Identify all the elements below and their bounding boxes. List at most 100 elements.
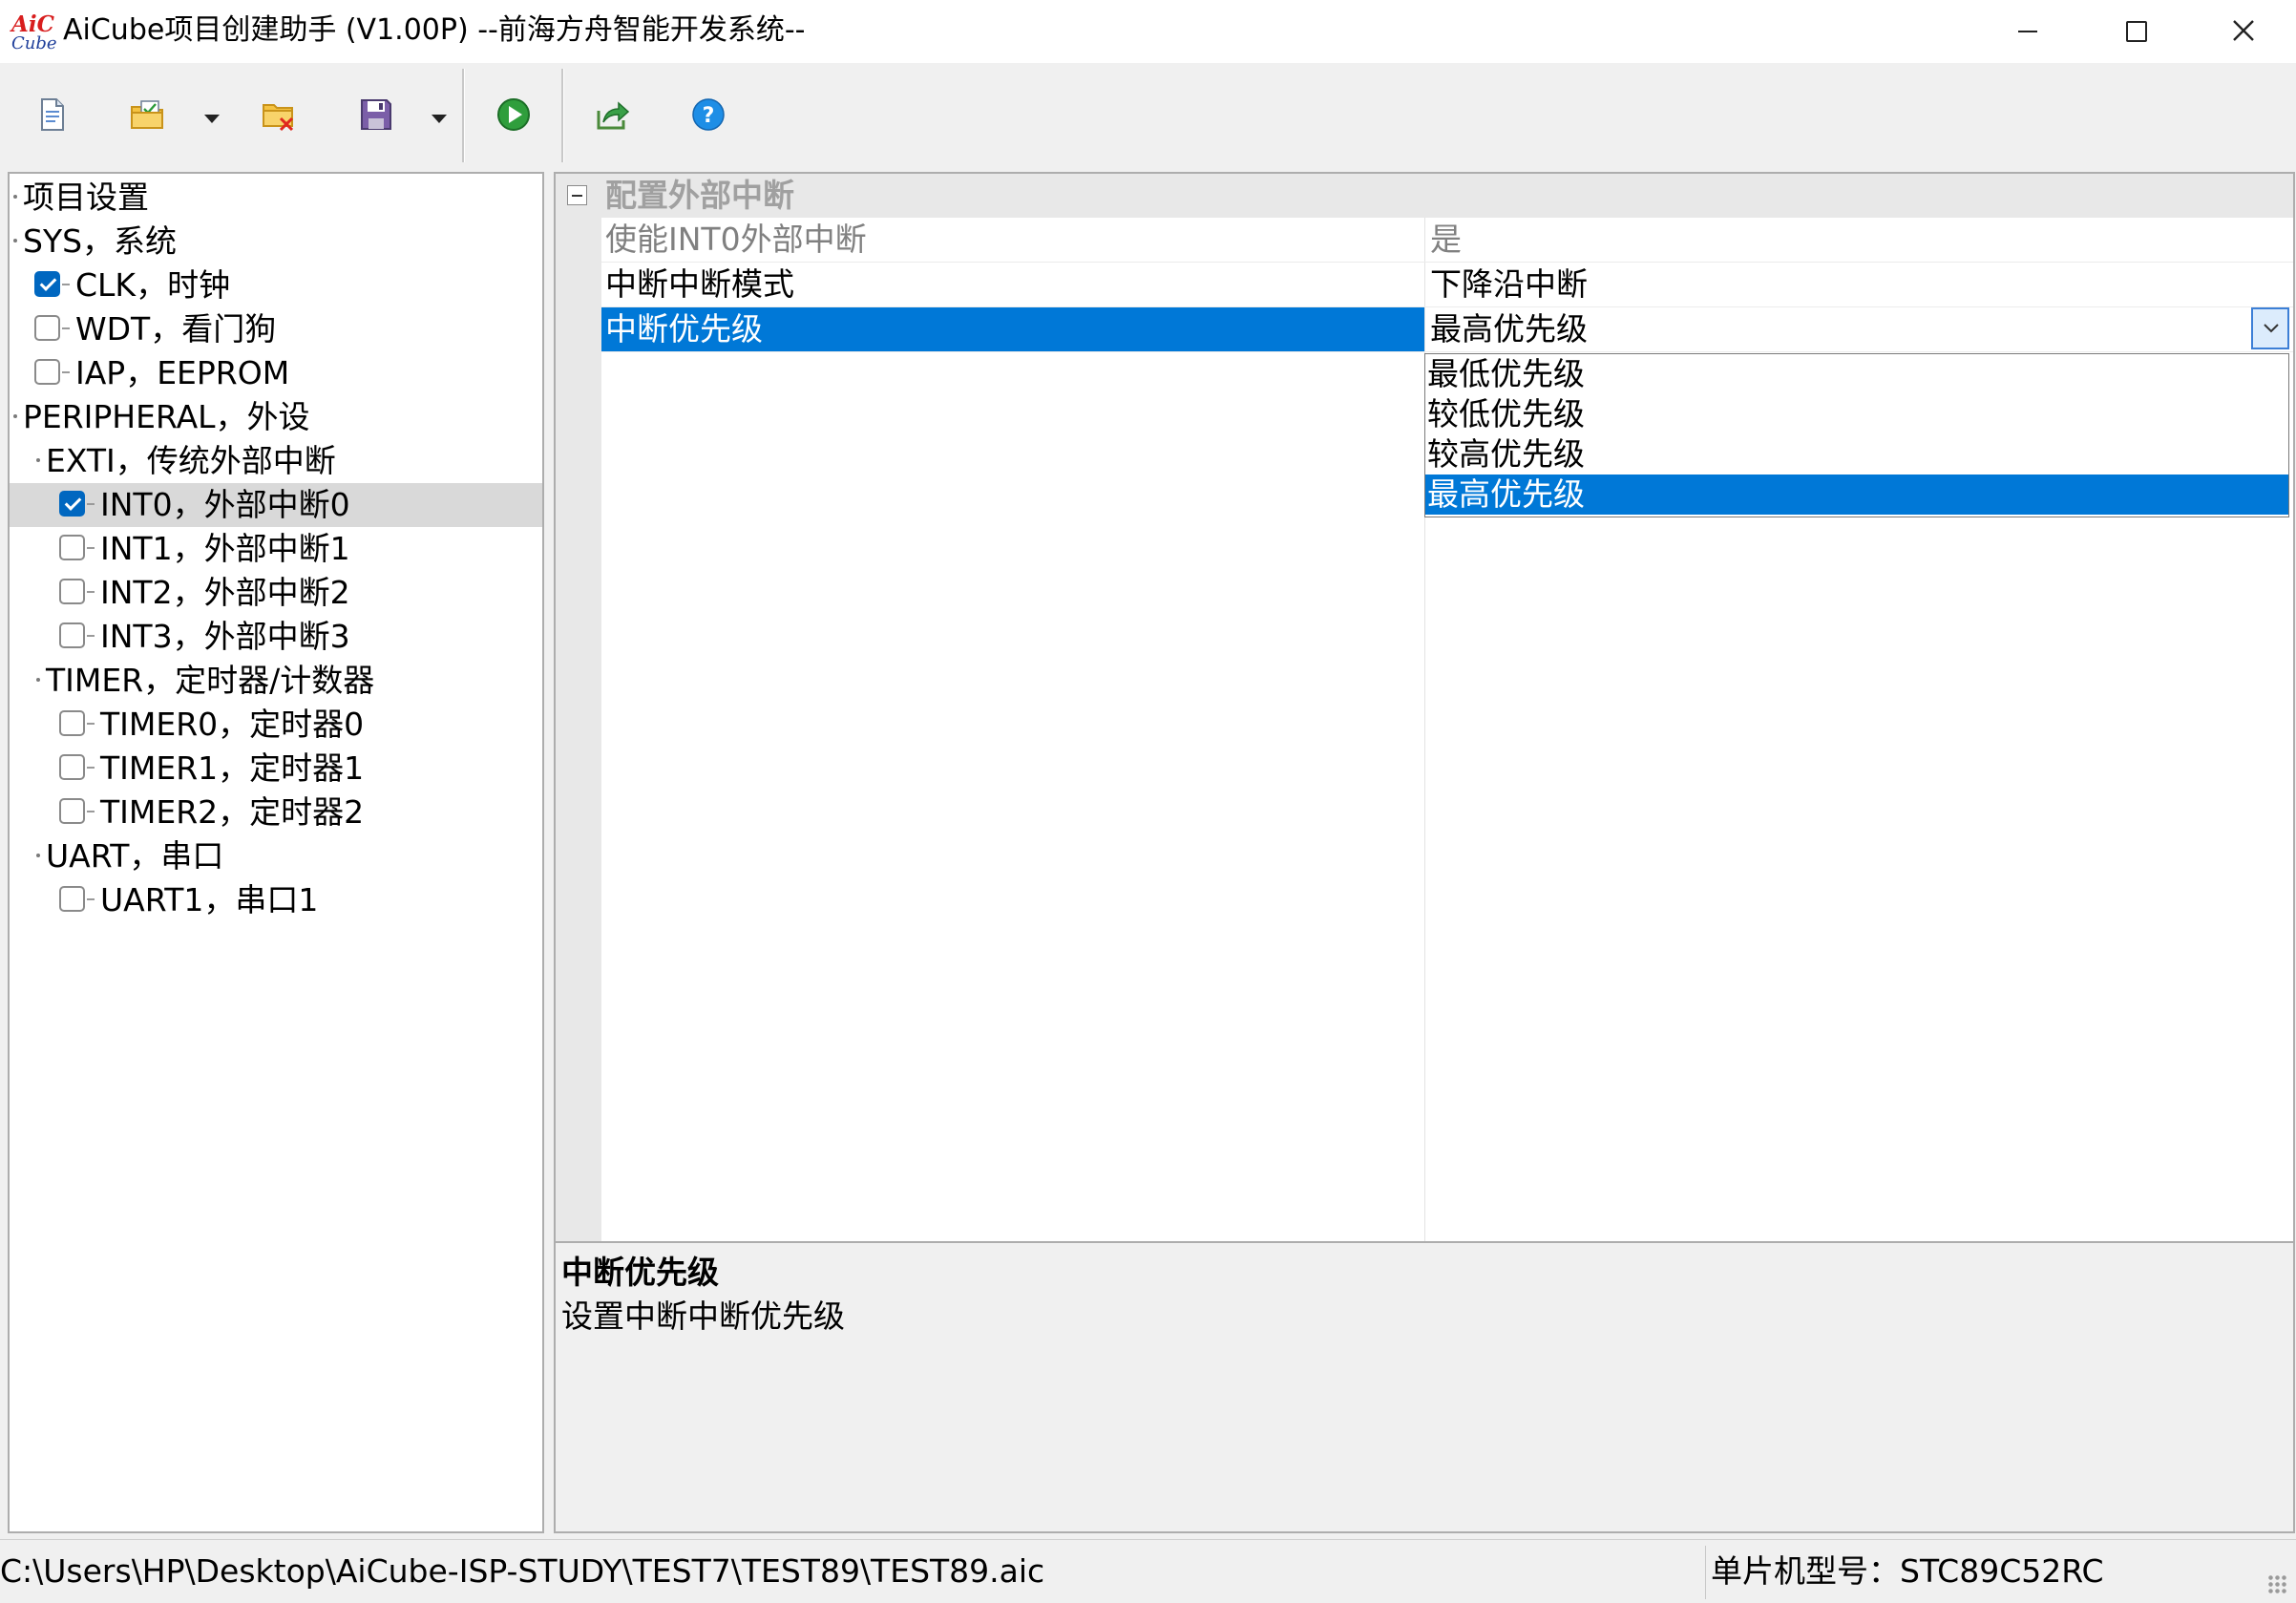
toolbar-separator	[462, 69, 465, 162]
tree-item[interactable]: WDT，看门狗	[10, 307, 542, 351]
minimize-button[interactable]	[1974, 0, 2079, 63]
help-button[interactable]: ?	[689, 95, 727, 134]
property-row-interrupt-mode[interactable]: 中断中断模式 下降沿中断	[601, 263, 2293, 307]
property-value: 是	[1430, 221, 1462, 258]
close-project-button[interactable]	[260, 95, 298, 134]
maximize-button[interactable]	[2083, 0, 2188, 63]
window-title: AiCube项目创建助手 (V1.00P) --前海方舟智能开发系统--	[63, 13, 806, 47]
open-project-icon	[131, 100, 163, 129]
tree-expander[interactable]	[36, 458, 40, 462]
checkbox-unchecked[interactable]	[34, 359, 60, 385]
tree-item-label: INT2，外部中断2	[100, 574, 350, 611]
tree-item-label: CLK，时钟	[75, 266, 231, 304]
tree-item-label: UART1，串口1	[100, 881, 319, 918]
tree-item-label: TIMER1，定时器1	[100, 749, 365, 787]
maximize-icon	[2126, 21, 2147, 42]
tree-item[interactable]: IAP，EEPROM	[10, 351, 542, 395]
checkbox-unchecked[interactable]	[59, 622, 85, 648]
run-button[interactable]	[495, 95, 533, 134]
tree-item-label: TIMER2，定时器2	[100, 793, 365, 831]
tree-item[interactable]: CLK，时钟	[10, 264, 542, 307]
tree-item-label: UART，串口	[46, 837, 224, 875]
tree-item[interactable]: 项目设置	[10, 176, 542, 220]
checkbox-unchecked[interactable]	[59, 535, 85, 560]
dropdown-arrow-icon	[204, 115, 220, 123]
tree-connector	[87, 503, 95, 505]
dropdown-arrow-icon	[432, 115, 447, 123]
property-row-enable-int0[interactable]: 使能INT0外部中断 是	[601, 218, 2293, 263]
priority-option[interactable]: 最低优先级	[1425, 354, 2288, 394]
help-icon: ?	[692, 98, 725, 131]
save-dropdown-button[interactable]	[428, 107, 451, 130]
tree-expander[interactable]	[36, 678, 40, 682]
tree-item-label: IAP，EEPROM	[75, 354, 290, 391]
checkbox-checked[interactable]	[34, 271, 60, 297]
checkbox-unchecked[interactable]	[59, 886, 85, 912]
resize-grip-icon[interactable]	[2267, 1574, 2288, 1595]
tree-item-label: TIMER0，定时器0	[100, 706, 365, 743]
run-icon	[497, 98, 530, 131]
tree-item-label: EXTI，传统外部中断	[46, 442, 336, 479]
property-grid: 配置外部中断 使能INT0外部中断 是 中断中断模式 下降沿中断 中断优先级 最…	[554, 172, 2295, 1247]
priority-option[interactable]: 较高优先级	[1425, 434, 2288, 475]
tree-item[interactable]: TIMER，定时器/计数器	[10, 659, 542, 703]
toolbar-separator	[561, 69, 564, 162]
save-button[interactable]	[357, 95, 395, 134]
logo-text-bottom: Cube	[11, 33, 57, 53]
checkbox-unchecked[interactable]	[59, 754, 85, 780]
close-window-button[interactable]	[2192, 0, 2296, 63]
tree-connector	[62, 371, 70, 373]
new-project-button[interactable]	[32, 95, 71, 134]
collapse-category-button[interactable]	[567, 185, 587, 205]
minimize-icon	[2018, 31, 2037, 32]
tree-item[interactable]: PERIPHERAL，外设	[10, 395, 542, 439]
tree-item[interactable]: INT2，外部中断2	[10, 571, 542, 615]
tree-item[interactable]: TIMER2，定时器2	[10, 791, 542, 834]
tree-item-label: INT1，外部中断1	[100, 530, 350, 567]
priority-option[interactable]: 最高优先级	[1425, 475, 2288, 515]
property-value: 下降沿中断	[1430, 265, 1588, 303]
checkbox-checked[interactable]	[59, 491, 85, 517]
priority-dropdown-button[interactable]	[2251, 307, 2289, 349]
tree-item[interactable]: UART，串口	[10, 834, 542, 878]
tree-expander[interactable]	[13, 195, 17, 199]
tree-item-label: WDT，看门狗	[75, 310, 277, 348]
svg-text:?: ?	[703, 104, 715, 128]
checkbox-unchecked[interactable]	[59, 579, 85, 604]
tree-item[interactable]: TIMER0，定时器0	[10, 703, 542, 747]
open-project-button[interactable]	[128, 95, 166, 134]
tree-expander[interactable]	[36, 854, 40, 857]
tree-item-label: 项目设置	[23, 179, 149, 216]
open-dropdown-button[interactable]	[200, 107, 223, 130]
property-row-interrupt-priority[interactable]: 中断优先级 最高优先级	[601, 307, 2293, 352]
new-document-icon	[41, 98, 64, 131]
tree-connector	[87, 811, 95, 812]
tree-item[interactable]: INT1，外部中断1	[10, 527, 542, 571]
tree-expander[interactable]	[13, 414, 17, 418]
checkbox-unchecked[interactable]	[59, 798, 85, 824]
tree-connector	[62, 284, 70, 285]
chevron-down-icon	[2264, 324, 2279, 333]
property-name: 中断优先级	[605, 310, 763, 348]
tree-item[interactable]: EXTI，传统外部中断	[10, 439, 542, 483]
project-tree[interactable]: 项目设置 SYS，系统 CLK，时钟 WDT，看门狗 IAP，EEPROM PERIPHE…	[8, 172, 544, 1533]
title-bar: AiC Cube AiCube项目创建助手 (V1.00P) --前海方舟智能开…	[0, 0, 2296, 63]
property-category-label: 配置外部中断	[605, 177, 794, 214]
tree-connector	[87, 547, 95, 549]
export-button[interactable]	[594, 95, 632, 134]
tree-item-label: TIMER，定时器/计数器	[46, 662, 375, 699]
tree-item[interactable]: INT0，外部中断0	[10, 483, 542, 527]
tree-item[interactable]: INT3，外部中断3	[10, 615, 542, 659]
priority-option[interactable]: 较低优先级	[1425, 394, 2288, 434]
checkbox-unchecked[interactable]	[59, 710, 85, 736]
tree-item[interactable]: SYS，系统	[10, 220, 542, 264]
app-logo-icon: AiC Cube	[10, 10, 57, 53]
tree-item[interactable]: TIMER1，定时器1	[10, 747, 542, 791]
tree-item-label: INT0，外部中断0	[100, 486, 350, 523]
property-category-row: 配置外部中断	[556, 174, 2293, 218]
status-separator	[1705, 1546, 1706, 1599]
tree-item[interactable]: UART1，串口1	[10, 878, 542, 922]
tree-connector	[87, 591, 95, 593]
checkbox-unchecked[interactable]	[34, 315, 60, 341]
tree-expander[interactable]	[13, 239, 17, 243]
